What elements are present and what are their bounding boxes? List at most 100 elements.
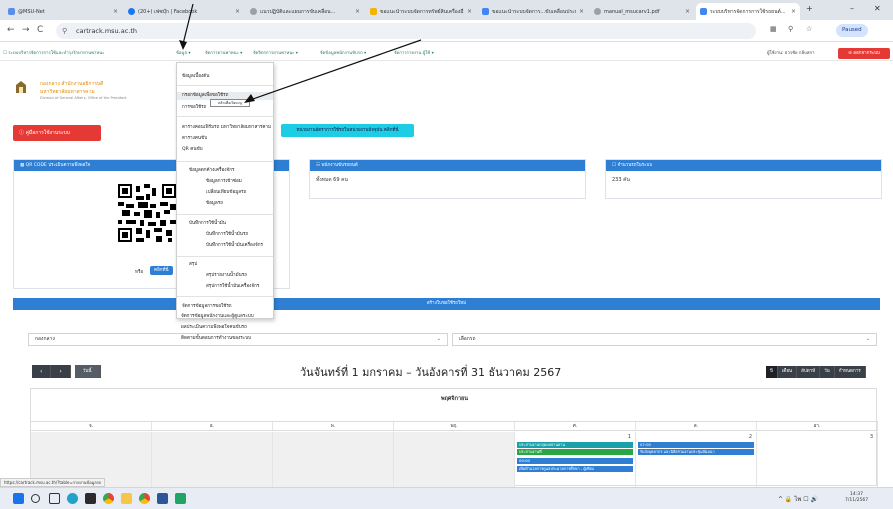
calendar-prev-button[interactable]: ‹ xyxy=(32,365,52,378)
search-icon[interactable] xyxy=(31,494,40,503)
tab-title: @MSU-Net xyxy=(18,8,45,15)
close-icon[interactable]: × xyxy=(467,8,472,15)
url-text: cartrack.msu.ac.th xyxy=(76,27,138,35)
calendar-event[interactable]: รับส่งบุคลากร และนิสิตร่วมงานประชุมสัมมน… xyxy=(638,449,754,455)
menu-item-machine-fuel-summary[interactable]: สรุปการใช้น้ำมันเครื่องจักร xyxy=(206,283,259,290)
reload-icon[interactable]: C xyxy=(37,25,43,35)
minimize-button[interactable]: – xyxy=(850,4,854,13)
calendar-today-button[interactable]: วันนี้ xyxy=(74,365,101,378)
nav-menu-data[interactable]: ข้อมูล ▾ xyxy=(176,49,191,56)
calendar-event[interactable]: 07:00 xyxy=(638,442,754,448)
day-cell-2[interactable]: 2 07:00 รับส่งบุคลากร และนิสิตร่วมงานประ… xyxy=(636,432,757,487)
site-info-icon[interactable]: ⚲ xyxy=(62,23,67,39)
menu-divider xyxy=(177,296,273,297)
day-cell[interactable] xyxy=(152,432,273,487)
tab-asset-system[interactable]: ขอแนะนำระบบจัดการทรัพย์สินเครื่องมือ... … xyxy=(366,3,476,20)
tab-manual-pdf[interactable]: manual_msucarv1.pdf × xyxy=(590,3,694,20)
url-input[interactable]: ⚲ cartrack.msu.ac.th xyxy=(56,23,756,39)
profile-paused-button[interactable]: Paused xyxy=(836,24,868,37)
menu-divider xyxy=(177,116,273,117)
nav-menu-drivers[interactable]: จัดข้อมูลพนักงานขับรถ ▾ xyxy=(320,49,366,56)
day-cell-1[interactable]: 1 ประสานงานกลุ่มพลยานยาน ประสานงานที่ 09… xyxy=(515,432,636,487)
view-week-button[interactable]: สัปดาห์ xyxy=(797,366,821,378)
menu-item-compare-cars[interactable]: เปลี่ยนเทียบข้อมูลรถ xyxy=(206,189,246,196)
chat-icon[interactable] xyxy=(175,493,186,504)
close-icon[interactable]: × xyxy=(579,8,584,15)
day-cell-3[interactable]: 3 xyxy=(757,432,878,487)
translate-icon[interactable]: ▦ xyxy=(770,25,777,33)
menu-item-driver-qr[interactable]: QR คนขับ xyxy=(182,146,203,153)
close-icon[interactable]: × xyxy=(355,8,360,15)
menu-item-fuel-log[interactable]: บันทึกการใช้น้ำมัน xyxy=(189,220,226,227)
menu-item-manage-requests[interactable]: จัดการข้อมูลการขอใช้รถ xyxy=(182,303,232,310)
menu-item-car-schedule[interactable]: ตารางคอนเฟิร์มรถ มหาวิทยาลัยมหาสารคาม xyxy=(182,124,271,131)
qr-click-here-button[interactable]: คลิกที่นี่ xyxy=(150,266,173,275)
user-manual-button[interactable]: ⓘ คู่มือการใช้งานระบบ xyxy=(13,125,101,141)
car-select[interactable]: เลือกรถ ⌄ xyxy=(452,333,877,346)
store-icon[interactable] xyxy=(85,493,96,504)
menu-item-requests[interactable]: การขอใช้รถ xyxy=(182,104,206,111)
nav-menu-reports[interactable]: จัดการรายงาน ผู้ใช้ ▾ xyxy=(394,49,434,56)
close-window-button[interactable]: ✕ xyxy=(874,4,881,13)
word-icon[interactable] xyxy=(157,493,168,504)
calendar-event[interactable]: เพื่อทำนวยการดูแลประมวลการศึกษา - ผู้เที… xyxy=(517,466,633,472)
tab-facebook[interactable]: (20+) เฟซบุ๊ก | Facebook × xyxy=(124,3,244,20)
menu-item-basic-info[interactable]: ข้อมูลเบื้องต้น xyxy=(182,73,209,80)
tab-title: ขอแนะนำระบบจัดการทรัพย์สินเครื่องมือ... xyxy=(380,8,464,15)
windows-start-icon[interactable] xyxy=(13,493,24,504)
calendar-event[interactable]: ประสานงานกลุ่มพลยานยาน xyxy=(517,442,633,448)
menu-item-manage-staff[interactable]: จัดการข้อมูลพนักงานและผู้ดูแลระบบ xyxy=(181,313,254,320)
unit-usage-info-button[interactable]: หน่วยงานอัตราการใช้รถในหน่วยงานปัจจุบัน … xyxy=(281,124,414,137)
nav-menu-schedule[interactable]: จัดจิตรการยานพาหนะ ▾ xyxy=(253,49,298,56)
close-icon[interactable]: × xyxy=(235,8,240,15)
site-brand[interactable]: ☐ ระบบบริหารจัดการการใช้และบำรุงรักษายาน… xyxy=(3,49,104,56)
back-icon[interactable]: ← xyxy=(7,25,15,35)
new-tab-button[interactable]: + xyxy=(806,4,813,13)
menu-item-repairs[interactable]: ข้อมูลการเข้าซ่อม xyxy=(206,178,242,185)
star-icon[interactable]: ☆ xyxy=(806,25,812,33)
view-day-button[interactable]: วัน xyxy=(820,366,835,378)
menu-item-car-data[interactable]: ข้อมูลรถ xyxy=(206,200,223,207)
menu-item-driver-rating[interactable]: ผลประเมินความพึงพอใจคนขับรถ xyxy=(181,324,247,331)
day-cell[interactable] xyxy=(394,432,515,487)
menu-item-driver-schedule[interactable]: ตารางคนขับ xyxy=(182,135,207,142)
file-explorer-icon[interactable] xyxy=(121,493,132,504)
chrome-pinned-icon[interactable] xyxy=(139,493,150,504)
day-cell[interactable] xyxy=(273,432,394,487)
facebook-icon xyxy=(128,8,135,15)
taskbar-clock[interactable]: 14:37 7/11/2567 xyxy=(845,492,868,504)
close-icon[interactable]: × xyxy=(113,8,118,15)
forward-icon[interactable]: → xyxy=(22,25,30,35)
doc-favicon-icon xyxy=(482,8,489,15)
zoom-icon[interactable]: ⚲ xyxy=(788,25,793,33)
menu-item-machine-fuel[interactable]: บันทึกการใช้น้ำมันเครื่องจักร xyxy=(206,242,263,249)
nav-menu-vehicles[interactable]: จัดการยานพาหนะ ▾ xyxy=(205,49,242,56)
view-month-button[interactable]: เดือน xyxy=(777,366,798,378)
view-agenda-button[interactable]: กำหนดการ xyxy=(834,366,866,378)
tab-title: (20+) เฟซบุ๊ก | Facebook xyxy=(138,8,198,15)
tab-system-intro[interactable]: ขอแนะนำระบบจัดการ...ขับเคลื่อนประมาณ × xyxy=(478,3,588,20)
chrome-icon[interactable] xyxy=(103,493,114,504)
menu-item-workflow[interactable]: ติดตามขั้นตอนการทำงานของระบบ xyxy=(181,335,251,342)
edge-icon[interactable] xyxy=(67,493,78,504)
menu-divider xyxy=(177,214,273,215)
site-navbar: ☐ ระบบบริหารจัดการการใช้และบำรุงรักษายาน… xyxy=(0,46,893,61)
menu-item-summary[interactable]: สรุป xyxy=(189,261,197,268)
view-year-button[interactable]: ปี xyxy=(766,366,778,378)
logout-button[interactable]: ⊖ ออกจากระบบ xyxy=(838,48,890,59)
calendar-event[interactable]: ประสานงานที่ xyxy=(517,449,633,455)
create-booking-button[interactable]: สร้างใบขอใช้รถใหม่ xyxy=(13,298,880,310)
close-icon[interactable]: × xyxy=(791,8,796,15)
close-icon[interactable]: × xyxy=(685,8,690,15)
menu-item-car-fuel[interactable]: บันทึกการใช้น้ำมันรถ xyxy=(206,231,248,238)
calendar-next-button[interactable]: › xyxy=(51,365,71,378)
tab-guidelines[interactable]: แนวปฏิบัติและแผนการขับเคลื่อน... × xyxy=(246,3,364,20)
tab-cartrack[interactable]: ระบบบริหารจัดการการใช้รถยนต์... × xyxy=(696,3,800,20)
tab-msu-net[interactable]: @MSU-Net × xyxy=(4,3,122,20)
tab-title: manual_msucarv1.pdf xyxy=(604,8,660,15)
system-tray[interactable]: ^ 🔒 ไพ ☐ 🔊 xyxy=(778,494,818,504)
task-view-icon[interactable] xyxy=(49,493,60,504)
menu-item-machinery[interactable]: ข้อมูลตกค้างเครื่องจักร xyxy=(189,167,234,174)
menu-item-car-fuel-summary[interactable]: สรุปรายงานน้ำมันรถ xyxy=(206,272,247,279)
calendar-event[interactable]: 09:00 xyxy=(517,458,633,464)
